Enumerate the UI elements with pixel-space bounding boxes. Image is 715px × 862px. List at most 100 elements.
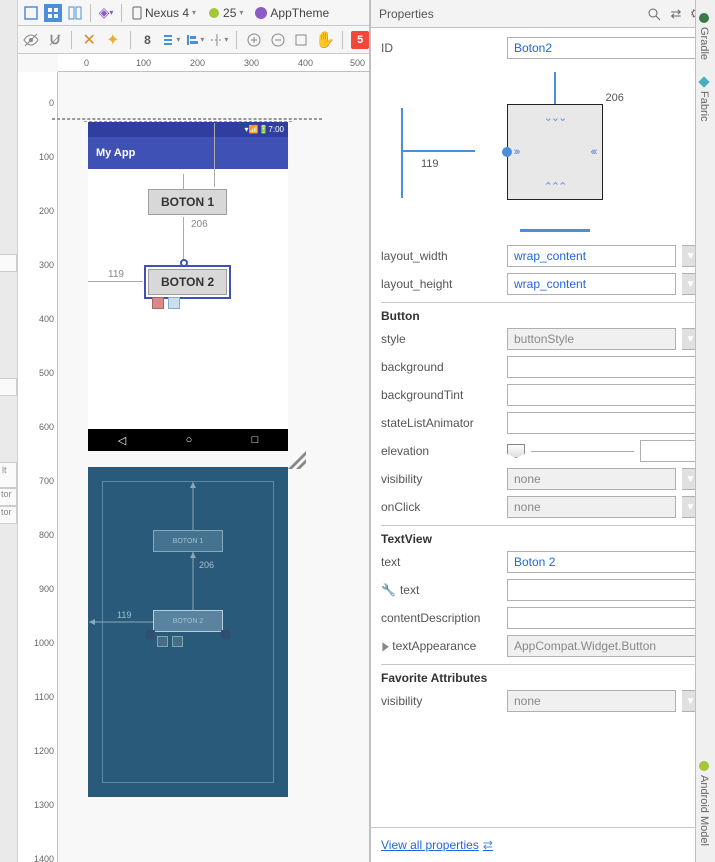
device-name: Nexus 4 [145, 6, 189, 20]
properties-title: Properties [379, 7, 434, 21]
layout-height-label: layout_height [381, 277, 501, 291]
both-view-btn[interactable] [66, 4, 84, 22]
onclick-label: onClick [381, 500, 501, 514]
statelistanimator-input[interactable] [507, 412, 700, 434]
zoom-in-icon[interactable] [245, 31, 263, 49]
layout-editor-toolbar: ◈▾ Nexus 4▾ 25▾ AppTheme [0, 0, 369, 26]
design-canvas-panel: lt tor tor ◈▾ Nexus 4▾ 25▾ AppTheme ✕ ✦ … [0, 0, 370, 862]
button2-preview[interactable]: BOTON 2 [148, 269, 227, 295]
cutoff-panel-c: lt [0, 462, 17, 488]
device-selector[interactable]: Nexus 4▾ [128, 6, 200, 20]
text-input[interactable] [507, 551, 700, 573]
design-surface[interactable]: ▾📶🔋 7:00 My App BOTON 1 206 119 BOTON 2 [58, 72, 369, 862]
elevation-slider-track[interactable] [531, 451, 634, 452]
android-model-tab[interactable]: Android Model [696, 752, 712, 854]
background-input[interactable] [507, 356, 700, 378]
api-level: 25 [223, 6, 236, 20]
warning-icon[interactable] [152, 297, 164, 309]
selection-handle-top[interactable] [180, 259, 188, 267]
pan-icon[interactable]: ✋ [316, 31, 334, 49]
bp-info-icon[interactable] [172, 636, 183, 647]
blueprint-body[interactable]: BOTON 1 BOTON 2 206 119 [102, 481, 274, 783]
bp-warning-icon[interactable] [157, 636, 168, 647]
bp-vmeasure: 206 [199, 560, 214, 570]
info-icon[interactable] [168, 297, 180, 309]
constraint-left-anchor[interactable] [502, 147, 512, 157]
orientation-btn[interactable]: ◈▾ [97, 4, 115, 22]
magnet-icon[interactable] [46, 31, 64, 49]
visibility-input[interactable] [507, 468, 676, 490]
bp-button2[interactable]: BOTON 2 [153, 610, 223, 632]
device-body[interactable]: BOTON 1 206 119 BOTON 2 [88, 169, 288, 429]
zoom-out-icon[interactable] [269, 31, 287, 49]
api-selector[interactable]: 25▾ [204, 6, 247, 20]
layout-width-input[interactable] [507, 245, 676, 267]
button1-preview[interactable]: BOTON 1 [148, 189, 227, 215]
theme-name: AppTheme [270, 6, 329, 20]
background-label: background [381, 360, 501, 374]
resize-handle-icon[interactable] [288, 451, 306, 469]
backgroundtint-input[interactable] [507, 384, 700, 406]
app-title: My App [96, 147, 135, 159]
cutoff-panel-b [0, 378, 17, 396]
hmeasure-label: 119 [108, 269, 124, 280]
id-label: ID [381, 41, 501, 55]
zoom-fit-icon[interactable] [293, 31, 311, 49]
device-preview: ▾📶🔋 7:00 My App BOTON 1 206 119 BOTON 2 [88, 122, 288, 451]
bp-button1[interactable]: BOTON 1 [153, 530, 223, 552]
pack-icon[interactable]: ▾ [162, 31, 180, 49]
onclick-input[interactable] [507, 496, 676, 518]
blueprint-view-btn[interactable] [44, 4, 62, 22]
fav-visibility-label: visibility [381, 694, 501, 708]
fabric-tab[interactable]: Fabric [696, 68, 712, 130]
diagram-top-val: 206 [606, 92, 624, 104]
bp-handle-r[interactable] [221, 630, 230, 639]
section-button: Button [381, 302, 715, 325]
contentdesc-input[interactable] [507, 607, 700, 629]
infer-constraints-icon[interactable]: ✦ [104, 31, 122, 49]
properties-panel: Properties ⇄ ⚙▾ − ID 206 119 ⌄⌄⌄ ⌃⌃⌃ ››› [370, 0, 715, 862]
blueprint-preview: BOTON 1 BOTON 2 206 119 [88, 467, 288, 797]
layout-height-input[interactable] [507, 273, 676, 295]
search-icon[interactable] [646, 6, 662, 22]
gradle-tab[interactable]: Gradle [696, 4, 712, 68]
theme-selector[interactable]: AppTheme [251, 6, 333, 20]
clear-constraints-icon[interactable]: ✕ [80, 31, 98, 49]
style-input[interactable] [507, 328, 676, 350]
guidelines-icon[interactable]: ▾ [210, 31, 228, 49]
cutoff-panel-a [0, 254, 17, 272]
id-input[interactable] [507, 37, 715, 59]
right-tool-tabs: Gradle Fabric Android Model [695, 0, 715, 862]
vmeasure-label: 206 [191, 219, 208, 230]
elevation-slider-thumb[interactable] [507, 444, 525, 458]
constraint-box[interactable]: ⌄⌄⌄ ⌃⌃⌃ ››› ‹‹‹ [507, 104, 603, 200]
section-favorites: Favorite Attributes [381, 664, 715, 687]
error-badge[interactable]: 5 [351, 31, 369, 49]
align-icon[interactable]: ▾ [186, 31, 204, 49]
cutoff-panel-d: tor [0, 488, 17, 506]
textappearance-input[interactable] [507, 635, 704, 657]
fav-visibility-input[interactable] [507, 690, 676, 712]
vertical-ruler: 0 100 200 300 400 500 600 700 800 900 10… [18, 72, 58, 862]
swap-icon[interactable]: ⇄ [668, 6, 684, 22]
eye-icon[interactable] [22, 31, 40, 49]
text2-label: 🔧text [381, 583, 501, 597]
text-label: text [381, 555, 501, 569]
horizontal-ruler: 0 100 200 300 400 500 [58, 54, 369, 72]
cutoff-panel-e: tor [0, 506, 17, 524]
status-bar: ▾📶🔋 7:00 [88, 122, 288, 137]
default-margin[interactable]: 8 [139, 31, 157, 49]
view-all-properties-link[interactable]: View all properties⇄ [371, 827, 715, 862]
bp-handle-l[interactable] [146, 630, 155, 639]
text2-input[interactable] [507, 579, 700, 601]
constraint-diagram[interactable]: 206 119 ⌄⌄⌄ ⌃⌃⌃ ››› ‹‹‹ [381, 62, 715, 242]
contentdesc-label: contentDescription [381, 611, 501, 625]
elevation-input[interactable] [640, 440, 700, 462]
properties-body: ID 206 119 ⌄⌄⌄ ⌃⌃⌃ ››› ‹‹‹ layout_width [371, 28, 715, 827]
left-gutter [0, 0, 18, 862]
layout-editor-toolbar-2: ✕ ✦ 8 ▾ ▾ ▾ ✋ 5 [0, 26, 369, 54]
section-textview: TextView [381, 525, 715, 548]
visibility-label: visibility [381, 472, 501, 486]
design-view-btn[interactable] [22, 4, 40, 22]
status-time: 7:00 [268, 125, 284, 134]
